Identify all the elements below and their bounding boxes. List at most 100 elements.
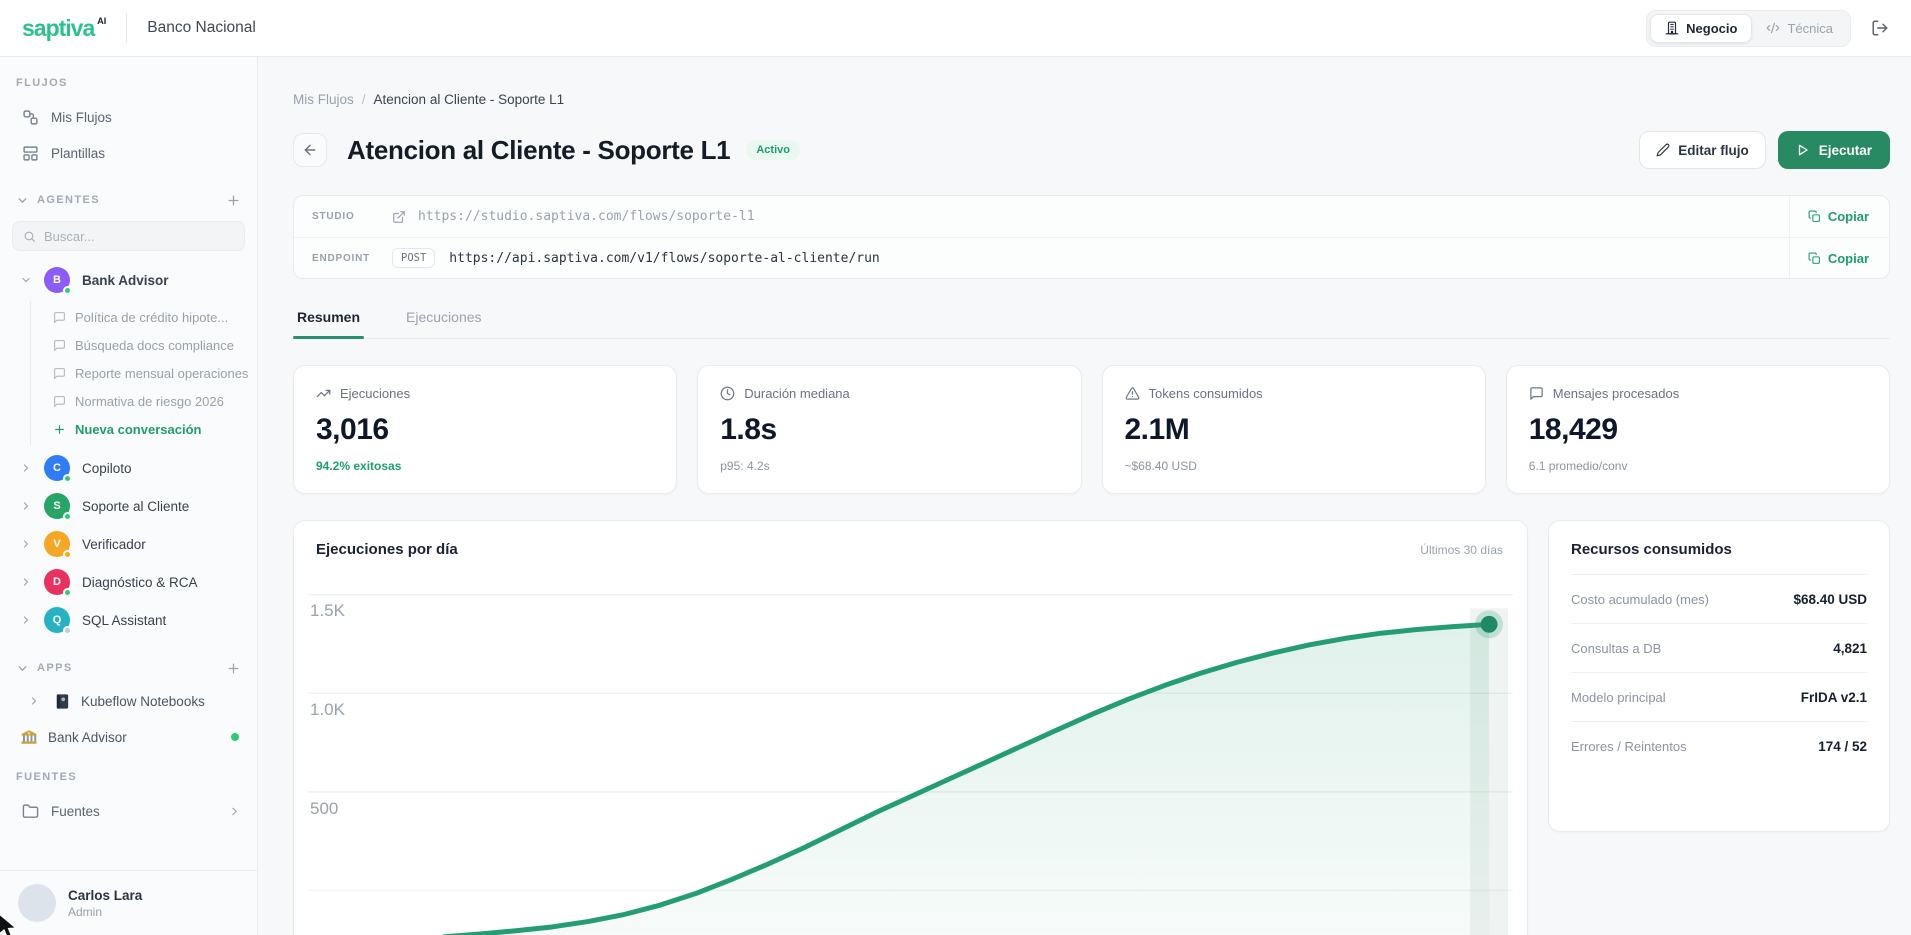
fuentes-section-label: FUENTES — [0, 771, 257, 783]
stat-label: Ejecuciones — [340, 386, 410, 401]
status-dot — [63, 550, 72, 559]
copy-studio-button[interactable]: Copiar — [1789, 196, 1889, 237]
avatar: S — [44, 493, 70, 519]
toggle-negocio[interactable]: Negocio — [1650, 14, 1752, 43]
app-label: Kubeflow Notebooks — [81, 694, 205, 709]
chevron-right-icon — [20, 462, 36, 474]
toggle-tecnica[interactable]: Técnica — [1752, 15, 1847, 42]
chevron-right-icon — [28, 695, 44, 707]
title-row: Atencion al Cliente - Soporte L1 Activo … — [293, 131, 1890, 169]
status-dot — [63, 626, 72, 635]
stat-card-tokens: Tokens consumidos 2.1M ~$68.40 USD — [1102, 365, 1486, 494]
resource-value: FrIDA v2.1 — [1801, 690, 1867, 705]
user-profile[interactable]: Carlos Lara Admin — [0, 870, 257, 935]
avatar-initial: B — [53, 274, 61, 286]
agentes-section-label: AGENTES — [37, 194, 100, 206]
logo-text: saptiva — [22, 17, 94, 40]
breadcrumb: Mis Flujos / Atencion al Cliente - Sopor… — [293, 92, 1890, 107]
plus-icon — [53, 423, 66, 436]
toggle-negocio-label: Negocio — [1686, 21, 1737, 36]
flujos-section-label: FLUJOS — [0, 77, 257, 89]
sidebar-item-label: Plantillas — [51, 146, 105, 161]
sidebar-scroll[interactable]: FLUJOS Mis Flujos Plantillas AGENTES — [0, 57, 257, 870]
agent-name: SQL Assistant — [82, 613, 166, 628]
code-icon — [1766, 21, 1780, 35]
conversation-label: Política de crédito hipote... — [75, 310, 228, 325]
studio-url[interactable]: https://studio.saptiva.com/flows/soporte… — [418, 209, 755, 224]
resources-card: Recursos consumidos Costo acumulado (mes… — [1548, 520, 1890, 832]
conversation-item[interactable]: Búsqueda docs compliance — [31, 331, 257, 359]
pencil-icon — [1656, 143, 1670, 157]
avatar-initial: V — [53, 538, 60, 550]
chevron-right-icon — [20, 500, 36, 512]
app-bank-advisor[interactable]: Bank Advisor — [0, 719, 257, 755]
user-name: Carlos Lara — [68, 888, 142, 903]
endpoint-url[interactable]: https://api.saptiva.com/v1/flows/soporte… — [449, 251, 879, 266]
agent-name: Soporte al Cliente — [82, 499, 189, 514]
saptiva-logo[interactable]: saptiva AI — [22, 17, 106, 40]
agent-soporte[interactable]: S Soporte al Cliente — [0, 487, 257, 525]
app-kubeflow[interactable]: Kubeflow Notebooks — [0, 683, 257, 719]
external-link-icon[interactable] — [392, 210, 406, 224]
chevron-right-icon — [20, 576, 36, 588]
chevron-right-icon — [20, 538, 36, 550]
tab-resumen[interactable]: Resumen — [293, 309, 364, 338]
back-button[interactable] — [293, 133, 327, 167]
top-header: saptiva AI Banco Nacional Negocio Técnic… — [0, 0, 1911, 57]
run-flow-button[interactable]: Ejecutar — [1778, 131, 1890, 169]
stats-row: Ejecuciones 3,016 94.2% exitosas Duració… — [293, 365, 1890, 494]
stat-subtext: p95: 4.2s — [720, 459, 1058, 473]
conversation-item[interactable]: Normativa de riesgo 2026 — [31, 387, 257, 415]
avatar: B — [44, 267, 70, 293]
resource-value: $68.40 USD — [1793, 592, 1867, 607]
studio-label: STUDIO — [312, 211, 392, 222]
resource-row: Errores / Reintentos 174 / 52 — [1571, 721, 1867, 770]
http-method-badge: POST — [392, 248, 435, 268]
edit-flow-label: Editar flujo — [1678, 143, 1749, 158]
conversation-item[interactable]: Reporte mensual operaciones — [31, 359, 257, 387]
add-agent-button[interactable] — [226, 193, 241, 208]
endpoints-panel: STUDIO https://studio.saptiva.com/flows/… — [293, 195, 1890, 279]
agent-name: Diagnóstico & RCA — [82, 575, 198, 590]
avatar-initial: S — [53, 500, 60, 512]
stat-value: 3,016 — [316, 413, 654, 447]
sidebar-item-fuentes[interactable]: Fuentes — [0, 793, 257, 829]
agent-bank-advisor[interactable]: B Bank Advisor — [0, 261, 257, 299]
conversation-label: Reporte mensual operaciones — [75, 366, 248, 381]
endpoint-dot[interactable] — [1481, 616, 1498, 633]
user-role: Admin — [68, 905, 142, 919]
apps-section-header[interactable]: APPS — [0, 653, 257, 683]
breadcrumb-parent[interactable]: Mis Flujos — [293, 92, 354, 107]
tab-ejecuciones[interactable]: Ejecuciones — [402, 309, 486, 338]
new-conversation-button[interactable]: Nueva conversación — [31, 415, 257, 443]
agent-verificador[interactable]: V Verificador — [0, 525, 257, 563]
y-axis-tick: 1.5K — [310, 601, 345, 621]
stat-card-duracion: Duración mediana 1.8s p95: 4.2s — [697, 365, 1081, 494]
search-input[interactable] — [44, 229, 234, 244]
conversation-item[interactable]: Política de crédito hipote... — [31, 303, 257, 331]
agent-sql-assistant[interactable]: Q SQL Assistant — [0, 601, 257, 639]
agent-copiloto[interactable]: C Copiloto — [0, 449, 257, 487]
mode-toggle: Negocio Técnica — [1646, 10, 1851, 47]
line-chart — [294, 521, 1527, 935]
logout-icon[interactable] — [1871, 19, 1889, 37]
copy-endpoint-button[interactable]: Copiar — [1789, 238, 1889, 278]
search-icon — [23, 230, 36, 243]
stat-subtext: 6.1 promedio/conv — [1529, 459, 1867, 473]
agentes-section-header[interactable]: AGENTES — [0, 185, 257, 215]
edit-flow-button[interactable]: Editar flujo — [1639, 131, 1766, 169]
add-app-button[interactable] — [226, 661, 241, 676]
resource-row: Consultas a DB 4,821 — [1571, 623, 1867, 672]
stat-label: Mensajes procesados — [1553, 386, 1679, 401]
toggle-tecnica-label: Técnica — [1787, 21, 1833, 36]
agent-search — [12, 221, 245, 251]
sidebar-item-plantillas[interactable]: Plantillas — [0, 135, 257, 171]
resource-row: Modelo principal FrIDA v2.1 — [1571, 672, 1867, 721]
breadcrumb-separator: / — [362, 92, 366, 107]
copy-icon — [1808, 252, 1821, 265]
sidebar-item-mis-flujos[interactable]: Mis Flujos — [0, 99, 257, 135]
stat-label: Duración mediana — [744, 386, 850, 401]
area-fill — [444, 624, 1489, 935]
agent-diagnostico[interactable]: D Diagnóstico & RCA — [0, 563, 257, 601]
play-icon — [1796, 143, 1810, 157]
